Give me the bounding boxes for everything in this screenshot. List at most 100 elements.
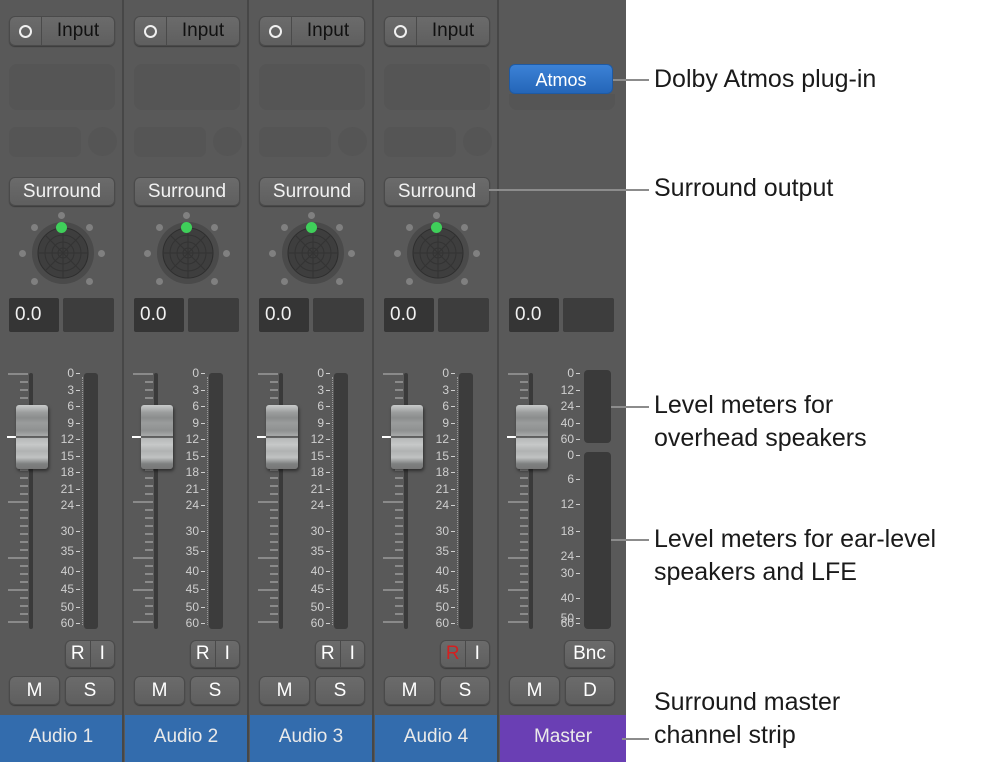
send-slot[interactable] (9, 127, 81, 157)
scale-tick (76, 550, 80, 552)
scale-tick (451, 455, 455, 457)
callout-master-line2: channel strip (654, 721, 796, 749)
volume-display[interactable]: 0.0 (9, 298, 59, 332)
scale-tick-label: 3 (67, 382, 74, 397)
plugin-slot[interactable] (134, 64, 240, 110)
output-button[interactable]: Surround (384, 177, 490, 206)
plugin-slot[interactable] (259, 64, 365, 110)
callout-line (613, 79, 649, 81)
scale-tick (451, 530, 455, 532)
scale-tick-label: 12 (310, 432, 324, 446)
send-slot[interactable] (259, 127, 331, 157)
fader-tick (395, 565, 403, 567)
volume-display[interactable]: 0.0 (259, 298, 309, 332)
input-monitor-button[interactable]: I (91, 641, 115, 667)
fader-tick (133, 557, 153, 559)
send-slot[interactable] (134, 127, 206, 157)
speaker-dot-lb (281, 278, 288, 285)
pan-position-dot[interactable] (56, 222, 67, 233)
pan-position-dot[interactable] (181, 222, 192, 233)
volume-display[interactable]: 0.0 (384, 298, 434, 332)
send-knob[interactable] (213, 127, 242, 156)
record-enable-button[interactable]: R (316, 641, 341, 667)
solo-button[interactable]: S (315, 676, 365, 705)
channel-name[interactable]: Audio 2 (125, 715, 247, 762)
output-button[interactable]: Surround (259, 177, 365, 206)
input-format-toggle[interactable] (10, 17, 42, 45)
mute-button[interactable]: M (9, 676, 60, 705)
output-button[interactable]: Surround (134, 177, 240, 206)
input-button[interactable]: Input (384, 16, 490, 46)
surround-panner[interactable] (269, 210, 355, 294)
surround-panner[interactable] (19, 210, 105, 294)
channel-name[interactable]: Master (500, 715, 626, 762)
volume-fader[interactable] (391, 405, 423, 469)
volume-fader[interactable] (516, 405, 548, 469)
fader-tick (270, 597, 278, 599)
channel-name[interactable]: Audio 4 (375, 715, 497, 762)
volume-fader[interactable] (266, 405, 298, 469)
surround-panner[interactable] (144, 210, 230, 294)
plugin-slot[interactable] (384, 64, 490, 110)
mute-button[interactable]: M (384, 676, 435, 705)
scale-tick (76, 472, 80, 473)
send-slot[interactable] (384, 127, 456, 157)
output-button[interactable]: Surround (9, 177, 115, 206)
mute-button[interactable]: M (509, 676, 560, 705)
scale-tick-label: 15 (435, 448, 449, 463)
bounce-button[interactable]: Bnc (564, 640, 615, 668)
scale-tick-label: 30 (435, 523, 449, 538)
speaker-dot-lb (406, 278, 413, 285)
atmos-plugin-button[interactable]: Atmos (509, 64, 613, 94)
record-enable-button[interactable]: R (441, 641, 466, 667)
channel-name[interactable]: Audio 3 (250, 715, 372, 762)
scale-tick (201, 505, 205, 506)
input-button[interactable]: Input (259, 16, 365, 46)
volume-fader[interactable] (16, 405, 48, 469)
input-monitor-button[interactable]: I (216, 641, 240, 667)
scale-tick-label: 45 (310, 582, 324, 597)
record-enable-button[interactable]: R (66, 641, 91, 667)
input-format-toggle[interactable] (385, 17, 417, 45)
pan-position-dot[interactable] (431, 222, 442, 233)
solo-button[interactable]: S (440, 676, 490, 705)
input-button[interactable]: Input (9, 16, 115, 46)
input-monitor-button[interactable]: I (341, 641, 365, 667)
input-button[interactable]: Input (134, 16, 240, 46)
fader-tick (270, 549, 278, 551)
scale-tick-label: 15 (185, 448, 199, 463)
mute-button[interactable]: M (134, 676, 185, 705)
record-enable-button[interactable]: R (191, 641, 216, 667)
scale-tick (201, 422, 205, 424)
plugin-slot[interactable] (509, 94, 615, 110)
plugin-slot[interactable] (9, 64, 115, 110)
input-format-toggle[interactable] (260, 17, 292, 45)
surround-panner[interactable] (394, 210, 480, 294)
send-knob[interactable] (88, 127, 117, 156)
input-format-toggle[interactable] (135, 17, 167, 45)
fader-tick (395, 389, 403, 391)
mute-button[interactable]: M (259, 676, 310, 705)
scale-tick (76, 606, 80, 608)
fader-unity-mark (7, 436, 16, 438)
channel-name[interactable]: Audio 1 (0, 715, 122, 762)
channel-strip: Input Surround 0.0 0 3 6 9 12 15 18 21 2… (375, 0, 499, 762)
fader-tick (270, 509, 278, 511)
input-monitor-button[interactable]: I (466, 641, 490, 667)
callout-line (489, 189, 649, 191)
scale-tick-label: 0 (67, 366, 74, 380)
volume-display[interactable]: 0.0 (134, 298, 184, 332)
solo-button[interactable]: S (65, 676, 115, 705)
send-knob[interactable] (338, 127, 367, 156)
fader-tick (270, 573, 278, 575)
pan-position-dot[interactable] (306, 222, 317, 233)
scale-tick-label: 40 (310, 563, 324, 578)
fader-tick (145, 493, 153, 495)
dim-button[interactable]: D (565, 676, 615, 705)
solo-button[interactable]: S (190, 676, 240, 705)
send-knob[interactable] (463, 127, 492, 156)
volume-display[interactable]: 0.0 (509, 298, 559, 332)
volume-fader[interactable] (141, 405, 173, 469)
master-scale-tick-label: 0 (567, 448, 574, 462)
scale-tick (76, 570, 80, 572)
